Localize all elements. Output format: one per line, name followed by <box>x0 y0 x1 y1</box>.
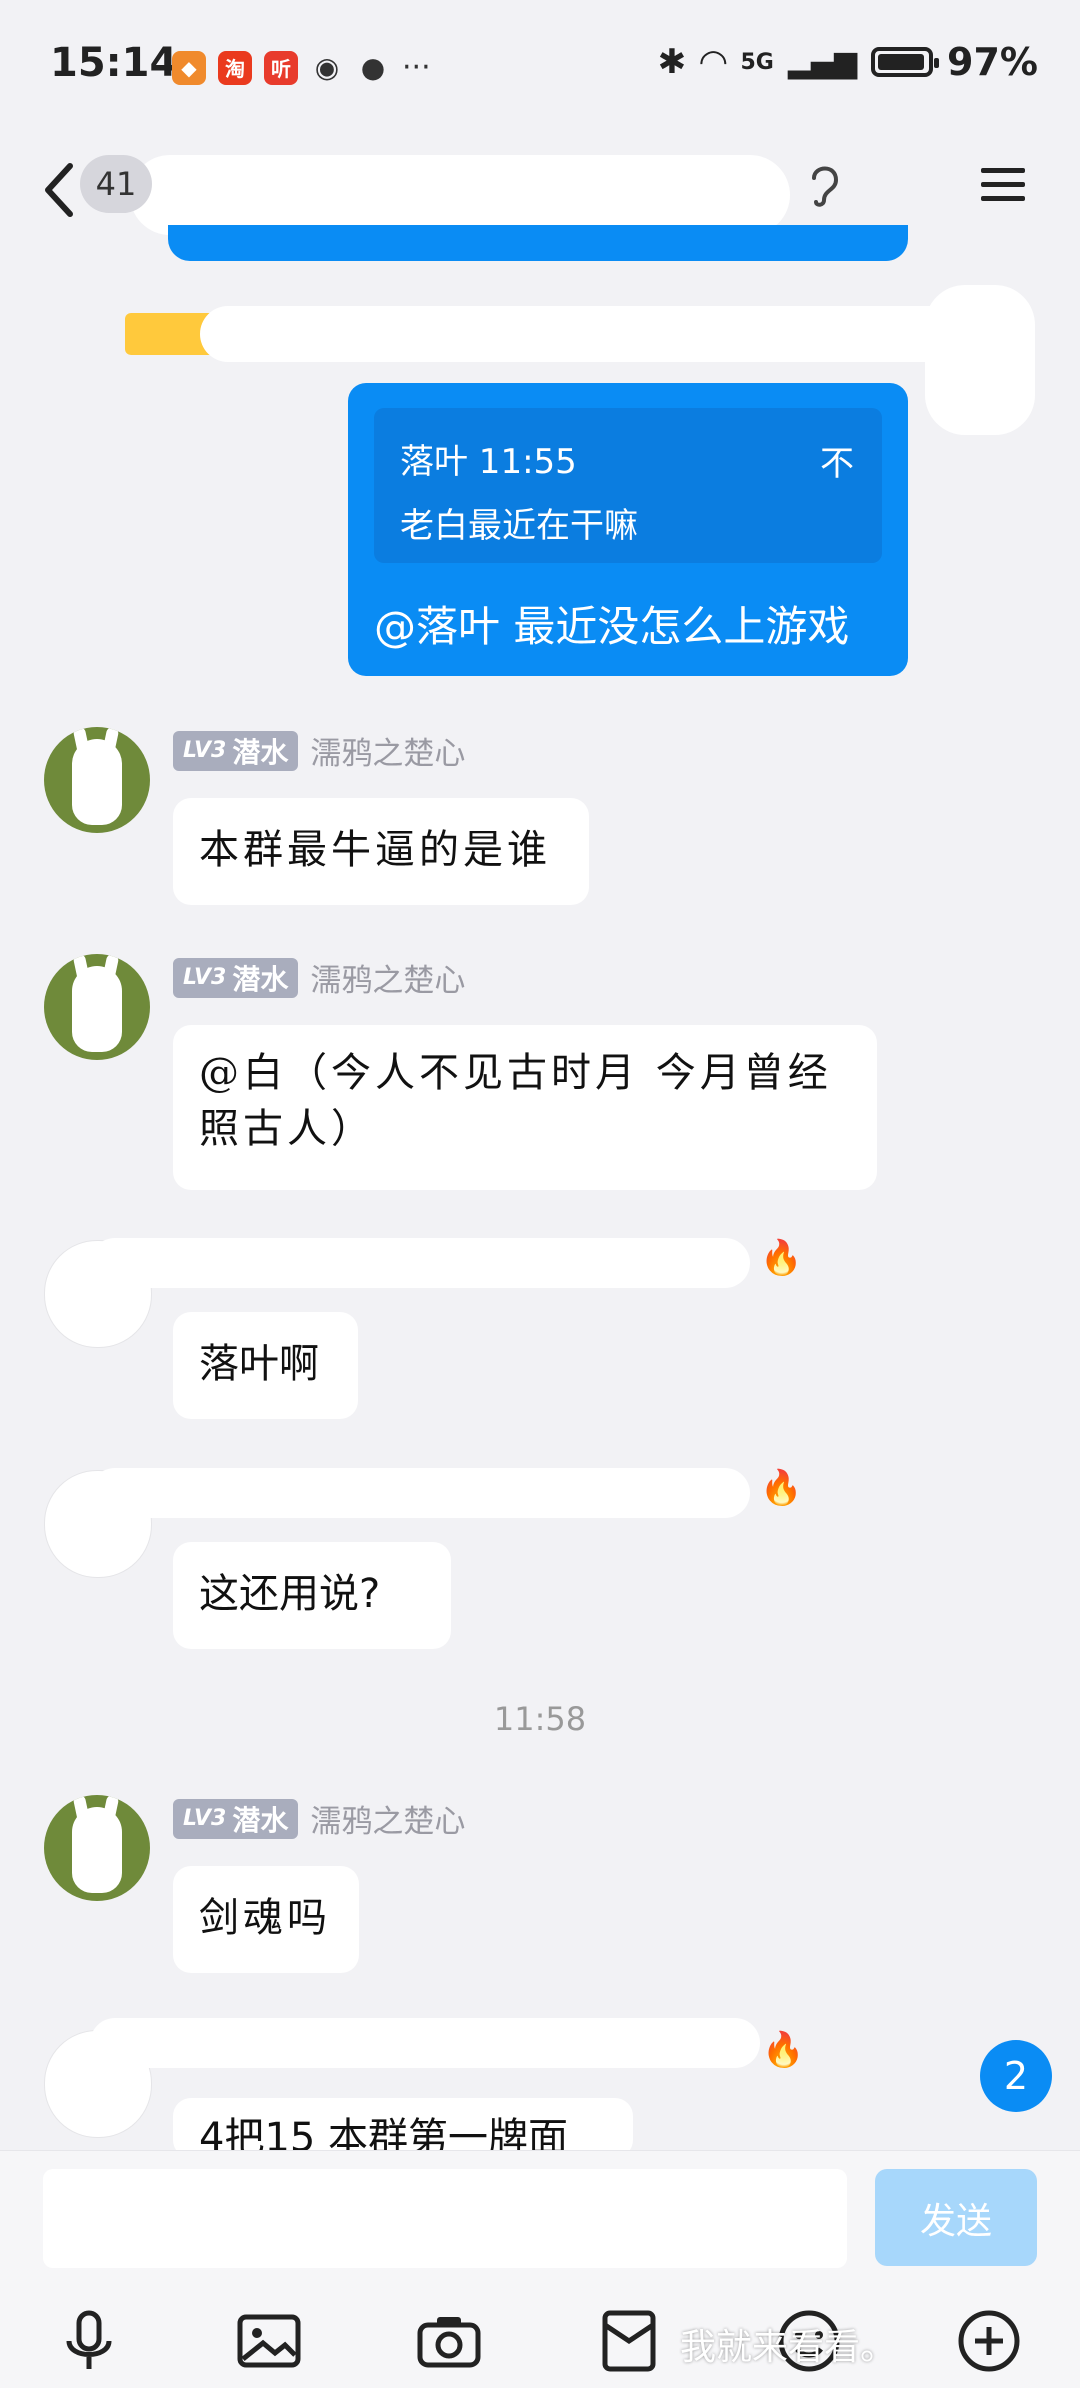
more-notifications-icon: ··· <box>402 50 431 85</box>
sender-name-redacted <box>90 1468 750 1518</box>
signal-icon: ▂▄▆ <box>787 44 858 80</box>
status-time: 15:14 <box>50 40 178 86</box>
sender-name-redacted <box>90 2018 760 2068</box>
wechat-icon: ◉ <box>314 51 340 84</box>
unread-count-badge[interactable]: 41 <box>80 155 152 213</box>
message-input[interactable] <box>43 2169 847 2268</box>
sender-info: LV3 潜水 濡鸦之楚心 <box>173 955 465 1000</box>
message-icon: ● <box>360 51 386 84</box>
avatar[interactable] <box>44 954 150 1060</box>
fire-icon: 🔥 <box>760 1468 803 1508</box>
message-bubble[interactable]: 4把15 本群第一牌面 <box>173 2098 633 2158</box>
avatar[interactable] <box>44 727 150 833</box>
sender-info: LV3 潜水 濡鸦之楚心 <box>173 728 465 773</box>
quoted-sender-time: 落叶 11:55 <box>400 442 577 482</box>
sender-info: LV3 潜水 濡鸦之楚心 <box>173 1796 465 1841</box>
menu-icon[interactable] <box>978 160 1028 210</box>
status-bar: 15:14 ◆ 淘 听 ◉ ● ··· ✱ ◠ 5G ▂▄▆ 97% <box>0 0 1080 135</box>
level-badge: LV3 潜水 <box>173 730 299 771</box>
message-bubble[interactable]: 这还用说? <box>173 1542 451 1649</box>
network-type: 5G <box>740 49 774 75</box>
time-divider: 11:58 <box>493 1700 587 1738</box>
image-icon[interactable] <box>235 2307 303 2375</box>
wifi-icon: ◠ <box>700 42 727 82</box>
send-button[interactable]: 发送 <box>875 2169 1037 2266</box>
fire-icon: 🔥 <box>760 1238 803 1278</box>
microphone-icon[interactable] <box>55 2307 123 2375</box>
battery-percent: 97% <box>947 40 1038 84</box>
quoted-text: 老白最近在干嘛 <box>400 506 638 546</box>
battery-icon <box>871 47 940 77</box>
ting-app-icon: 听 <box>264 50 298 85</box>
avatar[interactable] <box>44 1795 150 1901</box>
new-messages-badge[interactable]: 2 <box>980 2040 1052 2112</box>
red-packet-icon[interactable] <box>595 2307 663 2375</box>
watermark: 我就来看看。 <box>680 2327 897 2368</box>
taobao-app-icon: ◆ <box>172 50 206 85</box>
sender-name: 濡鸦之楚心 <box>310 963 466 999</box>
composer-toolbar <box>0 2301 1080 2381</box>
sender-name: 濡鸦之楚心 <box>310 1804 466 1840</box>
ear-icon[interactable] <box>804 160 844 210</box>
bluetooth-icon: ✱ <box>657 42 687 82</box>
message-bubble[interactable]: 本群最牛逼的是谁 <box>173 798 589 905</box>
avatar-redacted <box>925 285 1035 435</box>
previous-message-bubble <box>168 225 908 261</box>
camera-icon[interactable] <box>415 2307 483 2375</box>
message-bubble[interactable]: 剑魂吗 <box>173 1866 359 1973</box>
status-app-icons: ◆ 淘 听 ◉ ● ··· <box>172 50 431 85</box>
quoted-pin-label: 不 <box>820 444 854 484</box>
shopping-app-icon: 淘 <box>218 50 252 85</box>
message-bubble[interactable]: 落叶啊 <box>173 1312 358 1419</box>
self-message-text: @落叶 最近没怎么上游戏 <box>374 602 850 651</box>
group-title-redacted <box>130 155 790 235</box>
self-message-bubble[interactable]: 落叶 11:55 不 老白最近在干嘛 @落叶 最近没怎么上游戏 <box>348 383 908 676</box>
status-indicators: ✱ ◠ 5G ▂▄▆ 97% <box>658 40 1038 84</box>
plus-icon[interactable] <box>955 2307 1023 2375</box>
level-badge: LV3 潜水 <box>173 957 299 998</box>
fire-icon: 🔥 <box>762 2030 805 2070</box>
message-bubble[interactable]: @白（今人不见古时月 今月曾经照古人） <box>173 1025 877 1190</box>
level-badge: LV3 潜水 <box>173 1798 299 1839</box>
quoted-message[interactable]: 落叶 11:55 不 老白最近在干嘛 <box>374 408 882 563</box>
sender-name: 濡鸦之楚心 <box>310 736 466 772</box>
sender-name-redacted <box>90 1238 750 1288</box>
sender-name-redacted <box>200 306 1030 362</box>
composer: 发送 <box>0 2150 1080 2388</box>
